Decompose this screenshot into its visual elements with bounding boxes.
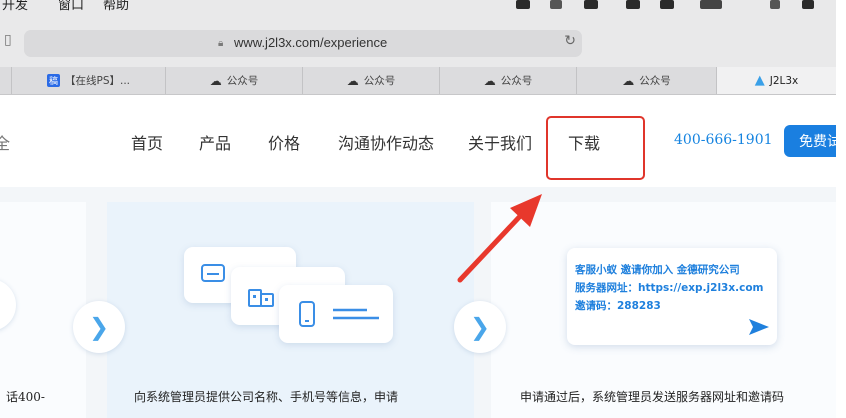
tab-label: 公众号	[639, 75, 671, 87]
status-icon[interactable]	[584, 0, 598, 9]
gaoding-icon: 稿	[46, 74, 60, 87]
tab-wechat[interactable]: ☁ 公众号	[302, 67, 439, 94]
tab-wechat[interactable]: ☁ 公众号	[576, 67, 716, 94]
nav-home[interactable]: 首页	[131, 130, 163, 154]
annotation-arrow	[457, 194, 542, 283]
nav-updates[interactable]: 沟通协作动态	[338, 130, 434, 154]
menu-item-help[interactable]: 帮助	[103, 0, 129, 12]
step-caption: 话400-	[6, 390, 45, 404]
company-icon	[248, 289, 274, 307]
next-arrow-button[interactable]: ❯	[73, 301, 125, 353]
chevron-right-icon: ❯	[88, 313, 110, 341]
menu-item-window[interactable]: 窗口	[58, 0, 84, 12]
phone-icon	[299, 301, 315, 327]
text-lines-icon	[333, 308, 379, 320]
tab-online-ps[interactable]: 稿 【在线PS】...	[11, 67, 165, 94]
free-trial-button[interactable]: 免费试	[784, 125, 836, 157]
sidebar-toggle-icon[interactable]: ▯	[4, 32, 12, 48]
tab-bar: 稿 【在线PS】... ☁ 公众号 ☁ 公众号 ☁ 公众号 ☁ 公众号 ▲ J2…	[0, 67, 836, 95]
invite-line-1: 客服小蚁 邀请你加入 金德研究公司	[575, 264, 740, 276]
nav-pricing[interactable]: 价格	[268, 130, 300, 154]
invite-line-3: 邀请码：288283	[575, 300, 661, 312]
invite-line-2: 服务器网址：https://exp.j2l3x.com	[575, 282, 764, 294]
tab-wechat[interactable]: ☁ 公众号	[439, 67, 576, 94]
j2l3x-logo-icon: ▲	[754, 73, 765, 88]
wechat-icon: ☁	[346, 73, 359, 88]
control-center-icon[interactable]	[802, 0, 814, 9]
address-bar[interactable]: 🔒︎ www.j2l3x.com/experience ↻	[24, 30, 582, 57]
browser-window: 开发 窗口 帮助 ▯ 🔒︎ www.j2l3x.com/experience ↻…	[0, 0, 836, 418]
steps-section: ❯ ❯ 客服小蚁 邀请你加入 金德研究公司 服务器网址：https://exp.…	[0, 187, 836, 418]
step-caption: 申请通过后，系统管理员发送服务器网址和邀请码	[520, 390, 785, 404]
tab-partial[interactable]	[0, 67, 11, 94]
wechat-icon: ☁	[483, 73, 496, 88]
logo-fragment: 全	[0, 134, 11, 153]
status-icon[interactable]	[516, 0, 530, 9]
site-header: 全 首页 产品 价格 沟通协作动态 关于我们 下载 400-666-1901 免…	[0, 95, 836, 187]
tab-label: 公众号	[500, 75, 533, 87]
wechat-icon: ☁	[622, 73, 635, 88]
illustration-card	[279, 285, 393, 343]
tab-label: 【在线PS】...	[64, 75, 130, 87]
input-method-icon[interactable]	[660, 0, 674, 9]
search-icon[interactable]	[770, 0, 780, 9]
lock-icon: 🔒︎	[218, 38, 224, 49]
status-icon[interactable]	[550, 0, 562, 9]
menu-bar: 开发 窗口 帮助	[0, 0, 836, 12]
menu-item-develop[interactable]: 开发	[2, 0, 28, 12]
message-icon	[201, 264, 225, 282]
tab-j2l3x[interactable]: ▲ J2L3x	[716, 67, 836, 94]
tab-label: 公众号	[363, 75, 396, 87]
tab-label: J2L3x	[769, 74, 799, 87]
next-arrow-button[interactable]: ❯	[454, 301, 506, 353]
url-text[interactable]: www.j2l3x.com/experience	[234, 35, 387, 50]
invite-message-card: 客服小蚁 邀请你加入 金德研究公司 服务器网址：https://exp.j2l3…	[567, 248, 777, 345]
nav-about[interactable]: 关于我们	[468, 130, 532, 154]
send-icon	[749, 319, 769, 335]
step-caption: 向系统管理员提供公司名称、手机号等信息，申请	[134, 390, 399, 404]
status-icon[interactable]	[626, 0, 640, 9]
tab-wechat[interactable]: ☁ 公众号	[165, 67, 302, 94]
nav-products[interactable]: 产品	[199, 130, 231, 154]
chevron-right-icon: ❯	[469, 313, 491, 341]
phone-number[interactable]: 400-666-1901	[674, 132, 773, 148]
tab-label: 公众号	[226, 75, 259, 87]
wechat-icon: ☁	[209, 73, 222, 88]
download-highlight-box	[546, 116, 645, 180]
reload-icon[interactable]: ↻	[564, 33, 576, 49]
browser-toolbar: ▯ 🔒︎ www.j2l3x.com/experience ↻	[0, 12, 836, 68]
battery-icon[interactable]	[700, 0, 722, 9]
